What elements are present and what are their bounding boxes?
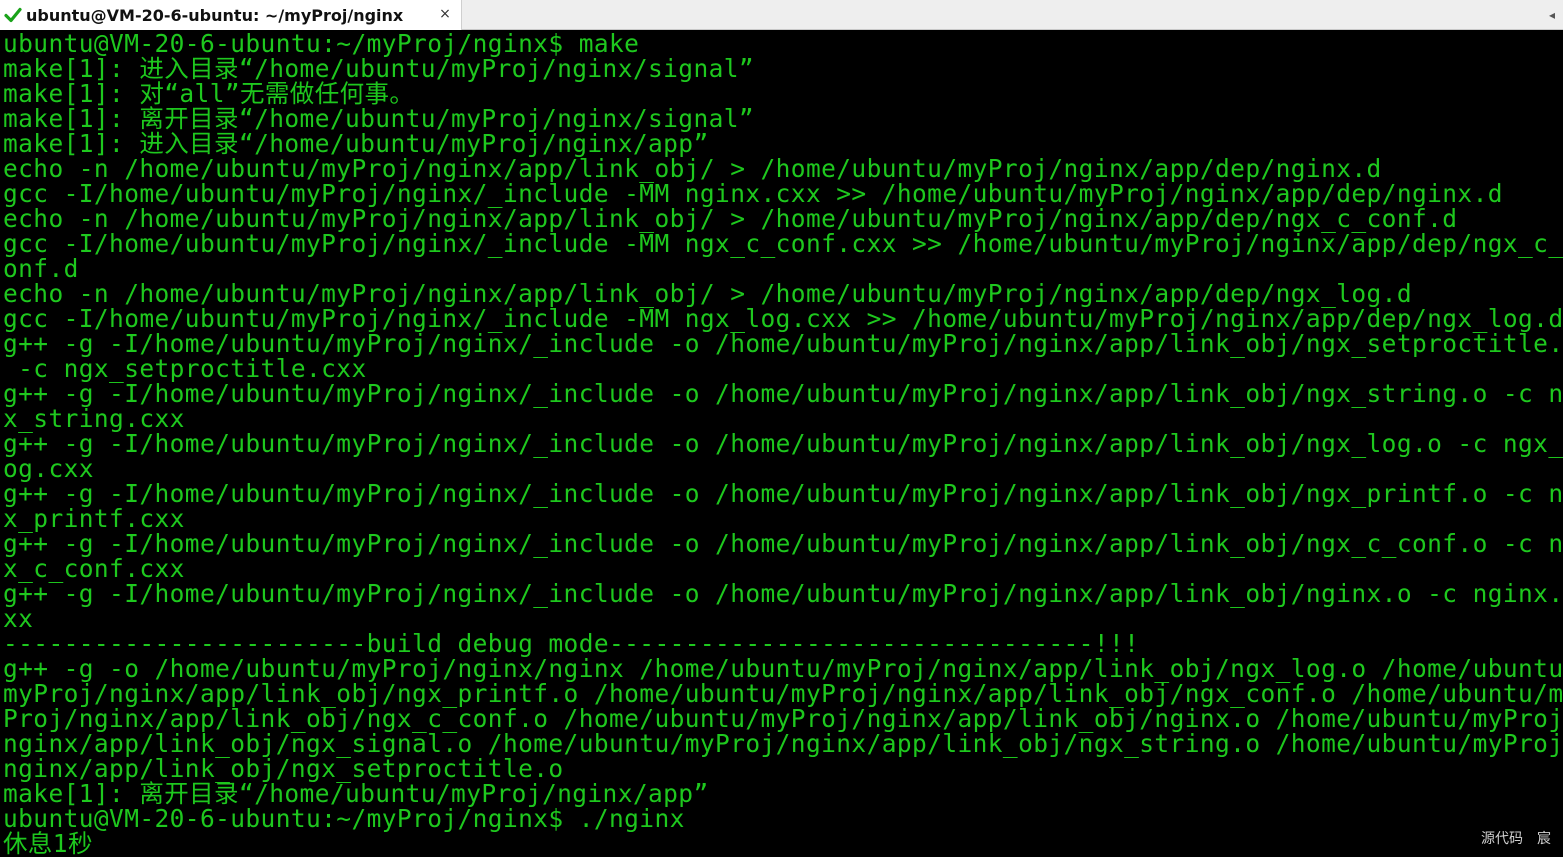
terminal-line: g++ -g -I/home/ubuntu/myProj/nginx/_incl… — [3, 329, 1563, 358]
terminal-line: g++ -g -I/home/ubuntu/myProj/nginx/_incl… — [3, 379, 1563, 408]
terminal-line: ------------------------build debug mode… — [3, 629, 1140, 658]
terminal-line: make[1]: 离开目录“/home/ubuntu/myProj/nginx/… — [3, 779, 709, 808]
terminal-line: nginx/app/link_obj/ngx_setproctitle.o — [3, 754, 564, 783]
check-icon — [4, 6, 22, 24]
terminal-line: nginx/app/link_obj/ngx_signal.o /home/ub… — [3, 729, 1563, 758]
terminal-line: ubuntu@VM-20-6-ubuntu:~/myProj/nginx$ ./… — [3, 804, 685, 833]
terminal-line: gcc -I/home/ubuntu/myProj/nginx/_include… — [3, 179, 1503, 208]
terminal-line: x_string.cxx — [3, 404, 185, 433]
terminal-output[interactable]: ubuntu@VM-20-6-ubuntu:~/myProj/nginx$ ma… — [3, 31, 1563, 857]
terminal-line: make[1]: 离开目录“/home/ubuntu/myProj/nginx/… — [3, 104, 755, 133]
terminal-line: Proj/nginx/app/link_obj/ngx_c_conf.o /ho… — [3, 704, 1563, 733]
terminal-line: xx — [3, 604, 34, 633]
terminal-line: echo -n /home/ubuntu/myProj/nginx/app/li… — [3, 204, 1458, 233]
terminal-line: g++ -g -I/home/ubuntu/myProj/nginx/_incl… — [3, 429, 1563, 458]
tab-title: ubuntu@VM-20-6-ubuntu: ~/myProj/nginx — [26, 5, 404, 25]
terminal-line: make[1]: 进入目录“/home/ubuntu/myProj/nginx/… — [3, 54, 755, 83]
terminal-line: ubuntu@VM-20-6-ubuntu:~/myProj/nginx$ ma… — [3, 31, 640, 58]
terminal-line: -c ngx_setproctitle.cxx — [3, 354, 367, 383]
terminal-line: g++ -g -I/home/ubuntu/myProj/nginx/_incl… — [3, 479, 1563, 508]
session-tab[interactable]: ubuntu@VM-20-6-ubuntu: ~/myProj/nginx × — [0, 0, 462, 30]
terminal-line: myProj/nginx/app/link_obj/ngx_printf.o /… — [3, 679, 1563, 708]
ime-input-label[interactable]: 宸 — [1537, 831, 1551, 847]
terminal-window: ubuntu@VM-20-6-ubuntu: ~/myProj/nginx × … — [0, 0, 1563, 857]
terminal-line: 休息1秒 — [3, 829, 93, 857]
terminal-line: og.cxx — [3, 454, 94, 483]
close-icon[interactable]: × — [437, 6, 453, 22]
ime-status-bar: 源代码宸 — [1479, 829, 1553, 849]
terminal-line: make[1]: 进入目录“/home/ubuntu/myProj/nginx/… — [3, 129, 709, 158]
terminal-line: gcc -I/home/ubuntu/myProj/nginx/_include… — [3, 229, 1563, 258]
ime-mode-label[interactable]: 源代码 — [1481, 831, 1523, 847]
terminal-line: echo -n /home/ubuntu/myProj/nginx/app/li… — [3, 154, 1382, 183]
tab-bar: ubuntu@VM-20-6-ubuntu: ~/myProj/nginx × … — [0, 0, 1563, 30]
terminal-line: make[1]: 对“all”无需做任何事。 — [3, 79, 415, 108]
terminal-line: echo -n /home/ubuntu/myProj/nginx/app/li… — [3, 279, 1412, 308]
terminal-line: x_c_conf.cxx — [3, 554, 185, 583]
terminal-line: gcc -I/home/ubuntu/myProj/nginx/_include… — [3, 304, 1563, 333]
terminal-line: g++ -g -o /home/ubuntu/myProj/nginx/ngin… — [3, 654, 1563, 683]
terminal-line: g++ -g -I/home/ubuntu/myProj/nginx/_incl… — [3, 579, 1563, 608]
scroll-left-icon[interactable]: ◂ — [1545, 4, 1559, 26]
terminal-line: g++ -g -I/home/ubuntu/myProj/nginx/_incl… — [3, 529, 1563, 558]
terminal-line: x_printf.cxx — [3, 504, 185, 533]
terminal-line: onf.d — [3, 254, 79, 283]
